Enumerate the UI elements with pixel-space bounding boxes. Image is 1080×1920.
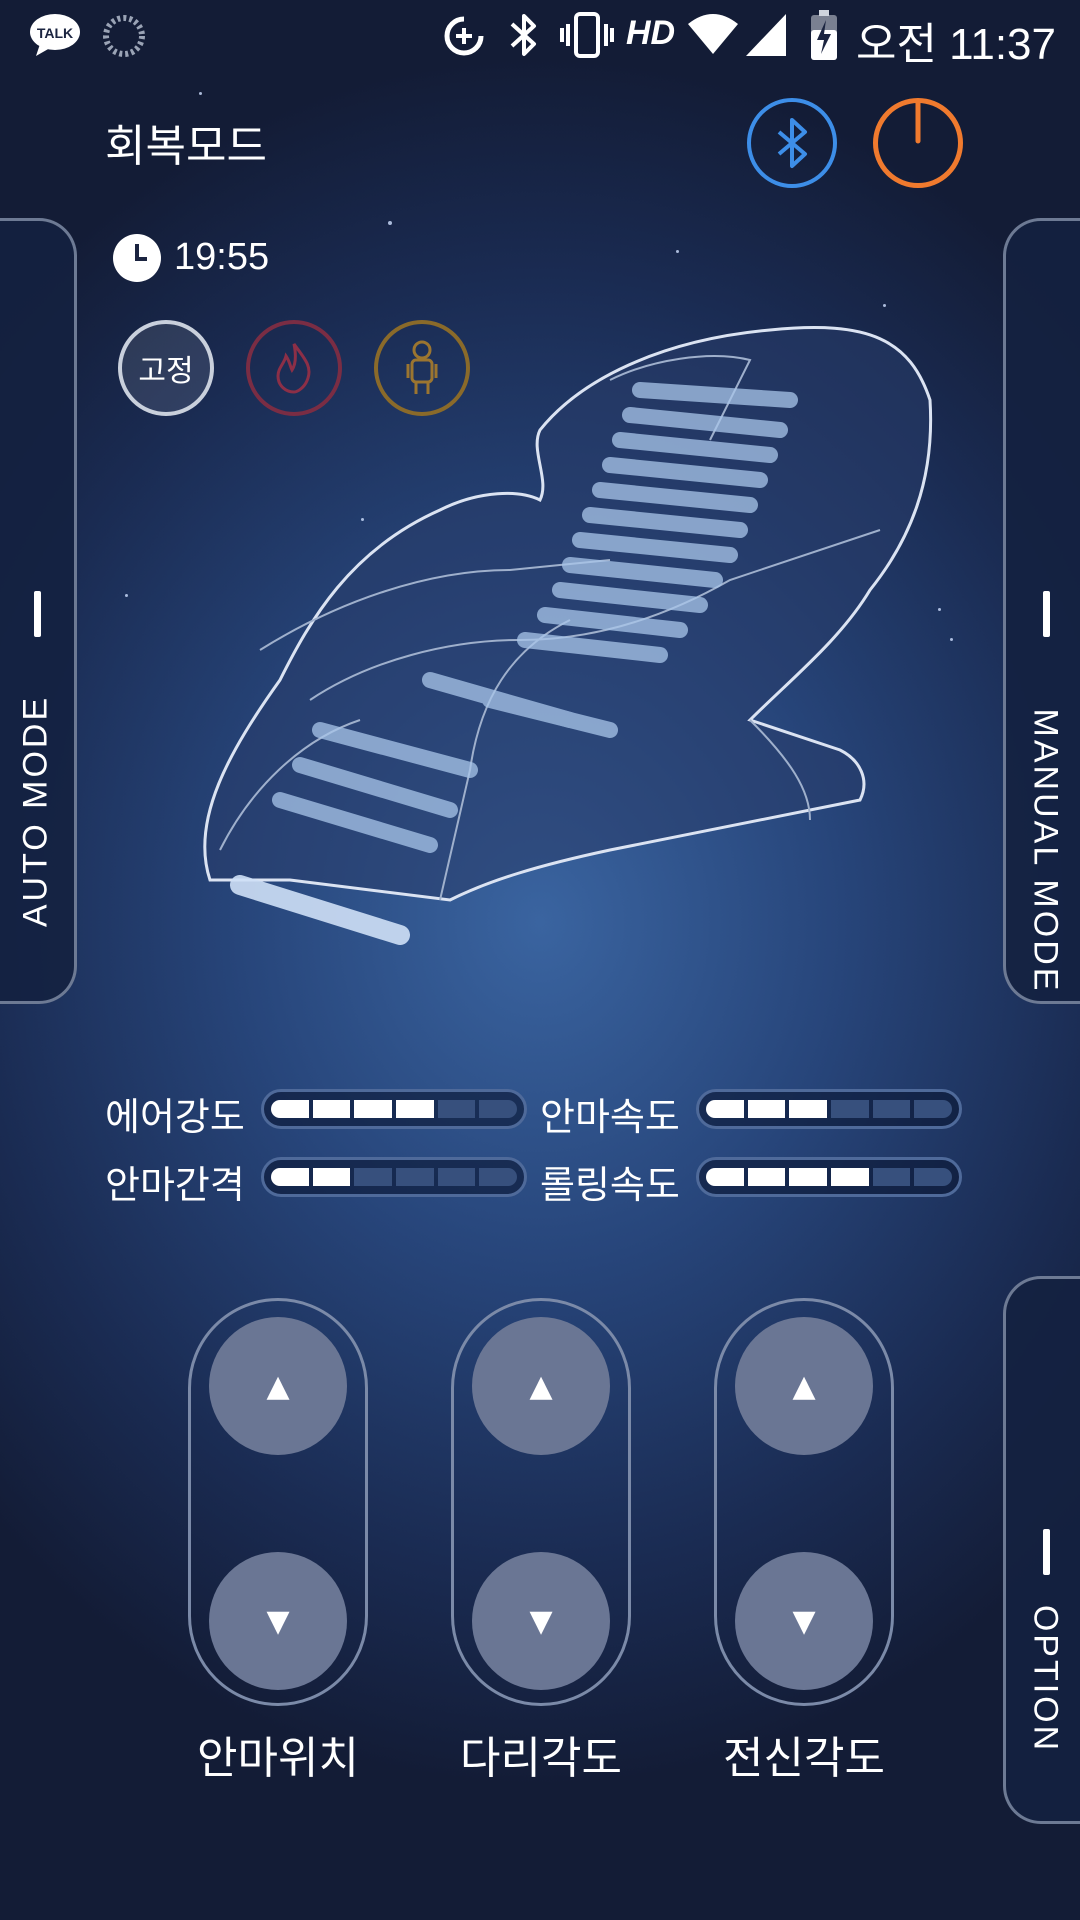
level-segment xyxy=(271,1168,309,1186)
level-segment xyxy=(747,1168,786,1186)
body-angle-up-button[interactable]: ▲ xyxy=(735,1317,873,1455)
level-segment xyxy=(396,1100,434,1118)
level-segment xyxy=(831,1100,869,1118)
loading-icon xyxy=(102,14,146,62)
manual-mode-label: MANUAL MODE xyxy=(1026,708,1064,994)
level-segment xyxy=(706,1168,744,1186)
level-segment xyxy=(396,1168,434,1186)
vibrate-icon xyxy=(558,10,616,64)
status-bar: TALK HD 오전 11:37 xyxy=(0,0,1080,72)
hd-voice-label: HD xyxy=(626,14,676,52)
level-segment xyxy=(747,1100,786,1118)
power-icon xyxy=(915,88,921,144)
massage-interval-label: 안마간격 xyxy=(105,1163,245,1207)
body-angle-control: ▲ ▼ xyxy=(714,1298,894,1706)
leg-angle-up-button[interactable]: ▲ xyxy=(472,1317,610,1455)
level-segment xyxy=(437,1168,476,1186)
level-segment xyxy=(914,1100,953,1118)
data-saver-icon xyxy=(442,14,486,62)
option-tab[interactable]: OPTION xyxy=(1003,1276,1080,1824)
level-segment xyxy=(914,1168,953,1186)
level-segment xyxy=(872,1100,911,1118)
massage-position-label: 안마위치 xyxy=(197,1733,359,1784)
body-angle-down-button[interactable]: ▼ xyxy=(735,1552,873,1690)
star xyxy=(883,304,886,307)
arrow-down-icon: ▼ xyxy=(792,1603,816,1639)
kakaotalk-icon: TALK xyxy=(28,12,82,64)
auto-mode-label: AUTO MODE xyxy=(16,694,54,928)
tab-handle xyxy=(34,591,41,637)
leg-angle-down-button[interactable]: ▼ xyxy=(472,1552,610,1690)
level-segment xyxy=(437,1100,476,1118)
level-segment xyxy=(831,1168,869,1186)
level-segment xyxy=(479,1100,518,1118)
level-segment xyxy=(354,1100,393,1118)
power-button[interactable] xyxy=(873,88,963,188)
star xyxy=(199,92,202,95)
level-segment xyxy=(706,1100,744,1118)
clock-icon xyxy=(113,234,161,282)
arrow-up-icon: ▲ xyxy=(266,1368,290,1404)
massage-position-control: ▲ ▼ xyxy=(188,1298,368,1706)
star xyxy=(125,594,128,597)
air-intensity-bar[interactable] xyxy=(261,1089,527,1129)
fix-label: 고정 xyxy=(138,354,194,389)
leg-angle-label: 다리각도 xyxy=(460,1733,622,1784)
leg-angle-control: ▲ ▼ xyxy=(451,1298,631,1706)
tab-handle xyxy=(1043,591,1050,637)
signal-icon xyxy=(744,10,788,62)
svg-text:TALK: TALK xyxy=(37,25,73,41)
star xyxy=(676,250,679,253)
air-intensity-label: 에어강도 xyxy=(105,1095,245,1139)
massage-speed-label: 안마속도 xyxy=(540,1095,680,1139)
level-segment xyxy=(789,1100,828,1118)
wifi-icon xyxy=(686,12,740,60)
star xyxy=(950,638,953,641)
massage-chair-illustration xyxy=(203,326,933,945)
arrow-down-icon: ▼ xyxy=(529,1603,553,1639)
bluetooth-status-icon xyxy=(508,10,540,64)
bluetooth-icon xyxy=(777,118,807,168)
mode-title: 회복모드 xyxy=(105,121,267,172)
massage-speed-bar[interactable] xyxy=(696,1089,962,1129)
level-segment xyxy=(312,1100,351,1118)
arrow-up-icon: ▲ xyxy=(792,1368,816,1404)
arrow-down-icon: ▼ xyxy=(266,1603,290,1639)
rolling-speed-label: 롤링속도 xyxy=(540,1163,680,1207)
massage-interval-bar[interactable] xyxy=(261,1157,527,1197)
tab-handle xyxy=(1043,1529,1050,1575)
level-segment xyxy=(479,1168,518,1186)
bluetooth-button[interactable] xyxy=(747,98,837,188)
level-segment xyxy=(789,1168,828,1186)
auto-mode-tab[interactable]: AUTO MODE xyxy=(0,218,77,1004)
massage-position-down-button[interactable]: ▼ xyxy=(209,1552,347,1690)
rolling-speed-bar[interactable] xyxy=(696,1157,962,1197)
arrow-up-icon: ▲ xyxy=(529,1368,553,1404)
level-segment xyxy=(312,1168,351,1186)
level-segment xyxy=(354,1168,393,1186)
battery-icon xyxy=(808,8,840,66)
massage-position-up-button[interactable]: ▲ xyxy=(209,1317,347,1455)
level-segment xyxy=(872,1168,911,1186)
option-label: OPTION xyxy=(1026,1604,1064,1754)
manual-mode-tab[interactable]: MANUAL MODE xyxy=(1003,218,1080,1004)
status-time: 오전 11:37 xyxy=(855,20,1056,69)
body-angle-label: 전신각도 xyxy=(723,1733,885,1784)
star xyxy=(388,221,392,225)
level-segment xyxy=(271,1100,309,1118)
timer-value: 19:55 xyxy=(174,236,270,278)
